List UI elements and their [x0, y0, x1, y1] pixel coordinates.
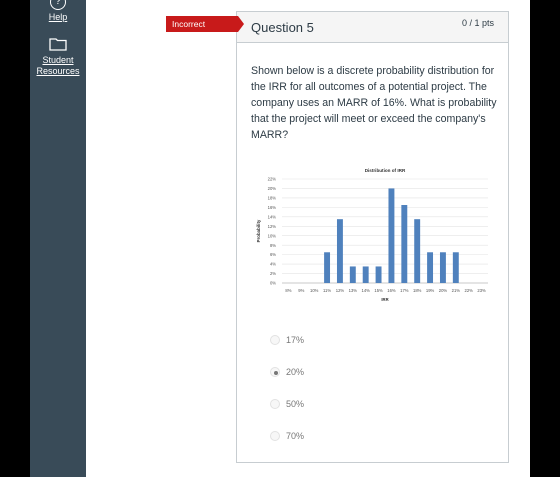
help-icon: ? [50, 0, 66, 10]
y-tick-label: 0% [270, 281, 276, 286]
question-text: Shown below is a discrete probability di… [251, 65, 497, 141]
folder-icon [49, 38, 67, 51]
answer-label: 50% [286, 399, 305, 409]
x-tick-label: 10% [310, 288, 319, 293]
bar [349, 266, 356, 283]
x-tick-label: 12% [336, 288, 345, 293]
x-tick-label: 20% [439, 288, 448, 293]
sidebar-item-label[interactable]: Student Resources [30, 55, 86, 77]
x-tick-label: 19% [426, 288, 435, 293]
answer-label: 17% [286, 335, 305, 345]
bar [324, 252, 331, 283]
y-tick-label: 2% [270, 271, 276, 276]
sidebar-item-label[interactable]: Help [30, 12, 86, 23]
x-tick-label: 15% [374, 288, 383, 293]
x-tick-label: 18% [413, 288, 422, 293]
sidebar-item-help[interactable]: ? Help [30, 0, 86, 23]
x-tick-label: 17% [400, 288, 409, 293]
sidebar-item-student-resources[interactable]: Student Resources [30, 37, 86, 77]
y-axis-label: Probability [256, 219, 261, 242]
bar [336, 219, 343, 283]
x-tick-label: 8% [285, 288, 291, 293]
bar [375, 266, 382, 283]
x-tick-label: 13% [349, 288, 358, 293]
answer-label: 70% [286, 431, 305, 441]
y-tick-label: 8% [270, 243, 276, 248]
right-frame [530, 0, 560, 477]
y-tick-label: 14% [268, 214, 277, 219]
radio-button[interactable] [270, 399, 280, 409]
bar [427, 252, 434, 283]
bar [414, 219, 421, 283]
y-tick-label: 12% [268, 224, 277, 229]
y-tick-label: 16% [268, 205, 277, 210]
question-points: 0 / 1 pts [461, 18, 494, 28]
y-tick-label: 10% [268, 233, 277, 238]
radio-button[interactable] [270, 335, 280, 345]
bar [452, 252, 459, 283]
x-tick-label: 11% [323, 288, 331, 293]
x-tick-label: 21% [452, 288, 461, 293]
bar [439, 252, 446, 283]
x-tick-label: 23% [477, 288, 486, 293]
irr-distribution-chart: Distribution of IRR 0% 2% 4% 6% 8% 10% 12% 14% 16… [256, 168, 488, 302]
y-tick-label: 4% [270, 262, 276, 267]
bar [362, 266, 369, 283]
y-tick-label: 22% [268, 177, 277, 182]
radio-button[interactable] [270, 431, 280, 441]
y-tick-label: 6% [270, 252, 276, 257]
question-title: Question 5 [251, 20, 314, 35]
answer-label: 20% [286, 367, 305, 377]
x-tick-label: 16% [387, 288, 396, 293]
x-axis-label: IRR [381, 297, 388, 302]
left-frame [0, 0, 30, 477]
radio-button[interactable] [270, 367, 280, 377]
x-tick-label: 9% [298, 288, 304, 293]
question-header: Question 5 0 / 1 pts [237, 12, 508, 43]
y-tick-label: 20% [268, 186, 277, 191]
status-badge: Incorrect [166, 16, 244, 32]
x-tick-label: 14% [361, 288, 370, 293]
course-sidebar: ? Help Student Resources [30, 0, 86, 477]
y-tick-label: 18% [268, 196, 277, 201]
bar [401, 205, 408, 283]
bar [388, 188, 395, 283]
x-tick-label: 22% [464, 288, 473, 293]
chart-title: Distribution of IRR [365, 168, 406, 173]
